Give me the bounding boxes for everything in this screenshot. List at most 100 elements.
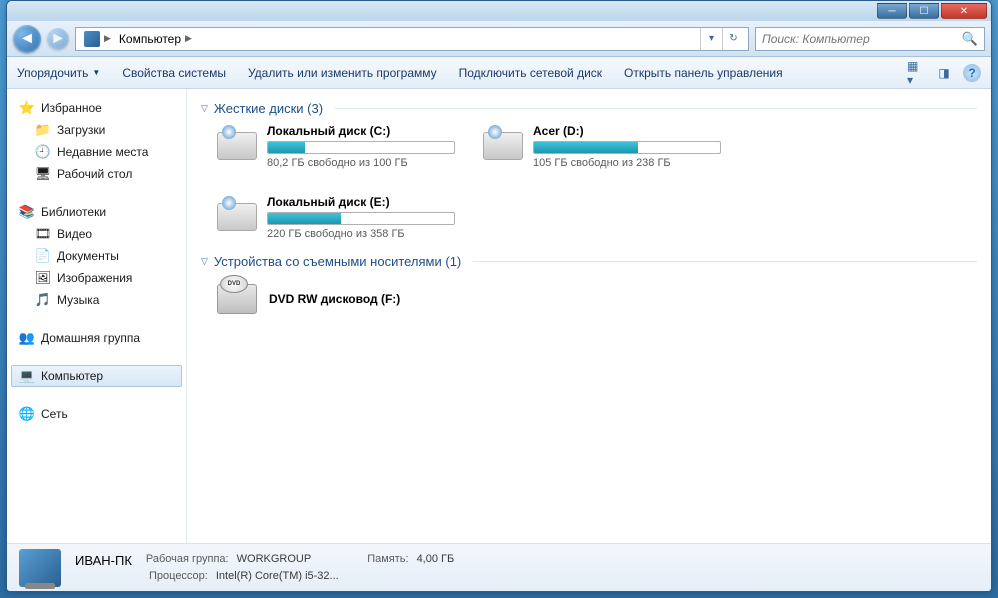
- capacity-bar: [267, 141, 455, 154]
- collapse-icon: ▽: [201, 103, 208, 114]
- video-icon: 🎞: [35, 226, 51, 242]
- sidebar-label: Библиотеки: [41, 205, 106, 219]
- drive-title: Локальный диск (C:): [267, 124, 455, 138]
- computer-icon: [84, 31, 100, 47]
- sidebar-desktop[interactable]: 🖥 Рабочий стол: [11, 163, 182, 185]
- sidebar-libraries[interactable]: 📚 Библиотеки: [11, 201, 182, 223]
- group-title: Жесткие диски (3): [214, 101, 323, 116]
- sidebar-label: Изображения: [57, 271, 132, 285]
- search-icon: 🔍: [962, 31, 978, 47]
- workgroup-label: Рабочая группа:: [146, 553, 229, 568]
- homegroup-icon: 👥: [19, 330, 35, 346]
- navbar: ◄ ► ▶ Компьютер ▶ ▾ ↻ 🔍: [7, 21, 991, 57]
- sidebar-label: Рабочий стол: [57, 167, 132, 181]
- view-options-button[interactable]: ▦ ▾: [907, 64, 925, 82]
- drive-f[interactable]: DVD RW дисковод (F:): [215, 277, 455, 321]
- sidebar-computer[interactable]: 💻Компьютер: [11, 365, 182, 387]
- libraries-icon: 📚: [19, 204, 35, 220]
- sidebar-label: Загрузки: [57, 123, 105, 137]
- breadcrumb-root[interactable]: ▶: [80, 31, 115, 47]
- statusbar: ИВАН-ПК Рабочая группа: WORKGROUP Память…: [7, 543, 991, 591]
- preview-pane-button[interactable]: ◨: [935, 64, 953, 82]
- organize-button[interactable]: Упорядочить ▼: [17, 66, 100, 80]
- sidebar-label: Недавние места: [57, 145, 148, 159]
- toolbar-label: Упорядочить: [17, 66, 88, 80]
- toolbar-right: ▦ ▾ ◨ ?: [907, 64, 981, 82]
- drive-e[interactable]: Локальный диск (E:) 220 ГБ свободно из 3…: [215, 195, 455, 240]
- maximize-button[interactable]: ☐: [909, 3, 939, 19]
- drive-status: 105 ГБ свободно из 238 ГБ: [533, 157, 721, 169]
- help-button[interactable]: ?: [963, 64, 981, 82]
- memory-value: 4,00 ГБ: [417, 553, 455, 568]
- titlebar: ─ ☐ ✕: [7, 1, 991, 21]
- sidebar-label: Компьютер: [41, 369, 103, 383]
- drive-c[interactable]: Локальный диск (C:) 80,2 ГБ свободно из …: [215, 124, 455, 169]
- toolbar: Упорядочить ▼ Свойства системы Удалить и…: [7, 57, 991, 89]
- pc-name: ИВАН-ПК: [75, 553, 132, 568]
- explorer-window: ─ ☐ ✕ ◄ ► ▶ Компьютер ▶ ▾ ↻ 🔍: [6, 0, 992, 592]
- hdd-row: Локальный диск (C:) 80,2 ГБ свободно из …: [215, 124, 977, 240]
- nav-back-button[interactable]: ◄: [13, 25, 41, 53]
- breadcrumb-computer[interactable]: Компьютер ▶: [115, 32, 196, 46]
- picture-icon: 🖼: [35, 270, 51, 286]
- address-bar[interactable]: ▶ Компьютер ▶ ▾ ↻: [75, 27, 749, 51]
- sidebar-label: Документы: [57, 249, 119, 263]
- sidebar-homegroup[interactable]: 👥 Домашняя группа: [11, 327, 182, 349]
- workgroup-value: WORKGROUP: [237, 553, 312, 568]
- sidebar-downloads[interactable]: 📁 Загрузки: [11, 119, 182, 141]
- chevron-right-icon: ▶: [104, 33, 111, 44]
- capacity-bar: [267, 212, 455, 225]
- drive-status: 80,2 ГБ свободно из 100 ГБ: [267, 157, 455, 169]
- star-icon: ⭐: [19, 100, 35, 116]
- folder-icon: 📁: [35, 122, 51, 138]
- recent-icon: 🕘: [35, 144, 51, 160]
- nav-forward-button[interactable]: ►: [47, 28, 69, 50]
- control-panel-button[interactable]: Открыть панель управления: [624, 66, 783, 80]
- group-hdd[interactable]: ▽ Жесткие диски (3): [201, 101, 977, 116]
- cpu-value: Intel(R) Core(TM) i5-32...: [216, 570, 339, 582]
- sidebar-music[interactable]: 🎵Музыка: [11, 289, 182, 311]
- search-input[interactable]: [762, 32, 962, 46]
- minimize-button[interactable]: ─: [877, 3, 907, 19]
- map-network-drive-button[interactable]: Подключить сетевой диск: [459, 66, 602, 80]
- content-area: ▽ Жесткие диски (3) Локальный диск (C:) …: [187, 89, 991, 543]
- group-title: Устройства со съемными носителями (1): [214, 254, 461, 269]
- sidebar-label: Видео: [57, 227, 92, 241]
- sidebar: ⭐ Избранное 📁 Загрузки 🕘 Недавние места 🖥 Ра…: [7, 89, 187, 543]
- arrow-left-icon: ◄: [19, 30, 35, 48]
- drive-status: 220 ГБ свободно из 358 ГБ: [267, 228, 455, 240]
- cpu-label: Процессор:: [149, 570, 208, 582]
- drive-title: Acer (D:): [533, 124, 721, 138]
- sidebar-pictures[interactable]: 🖼 Изображения: [11, 267, 182, 289]
- capacity-bar: [533, 141, 721, 154]
- drive-title: Локальный диск (E:): [267, 195, 455, 209]
- address-dropdown-button[interactable]: ▾: [700, 28, 722, 50]
- system-properties-button[interactable]: Свойства системы: [122, 66, 226, 80]
- sidebar-favorites[interactable]: ⭐ Избранное: [11, 97, 182, 119]
- computer-large-icon: [19, 549, 61, 587]
- sidebar-videos[interactable]: 🎞 Видео: [11, 223, 182, 245]
- collapse-icon: ▽: [201, 256, 208, 267]
- desktop-icon: 🖥: [35, 166, 51, 182]
- sidebar-label: Сеть: [41, 407, 68, 421]
- document-icon: 📄: [35, 248, 51, 264]
- sidebar-label: Музыка: [57, 293, 99, 307]
- sidebar-recent[interactable]: 🕘 Недавние места: [11, 141, 182, 163]
- refresh-button[interactable]: ↻: [722, 28, 744, 50]
- uninstall-program-button[interactable]: Удалить или изменить программу: [248, 66, 437, 80]
- group-removable[interactable]: ▽ Устройства со съемными носителями (1): [201, 254, 977, 269]
- hdd-icon: [481, 124, 525, 168]
- close-button[interactable]: ✕: [941, 3, 987, 19]
- removable-row: DVD RW дисковод (F:): [215, 277, 977, 321]
- search-bar[interactable]: 🔍: [755, 27, 985, 51]
- drive-title: DVD RW дисковод (F:): [269, 292, 400, 306]
- drive-d[interactable]: Acer (D:) 105 ГБ свободно из 238 ГБ: [481, 124, 721, 169]
- dvd-icon: [215, 277, 259, 321]
- sidebar-network[interactable]: 🌐Сеть: [11, 403, 182, 425]
- window-controls: ─ ☐ ✕: [877, 3, 987, 19]
- sidebar-documents[interactable]: 📄 Документы: [11, 245, 182, 267]
- arrow-right-icon: ►: [50, 30, 66, 48]
- sidebar-label: Избранное: [41, 101, 102, 115]
- sidebar-label: Домашняя группа: [41, 331, 140, 345]
- hdd-icon: [215, 195, 259, 239]
